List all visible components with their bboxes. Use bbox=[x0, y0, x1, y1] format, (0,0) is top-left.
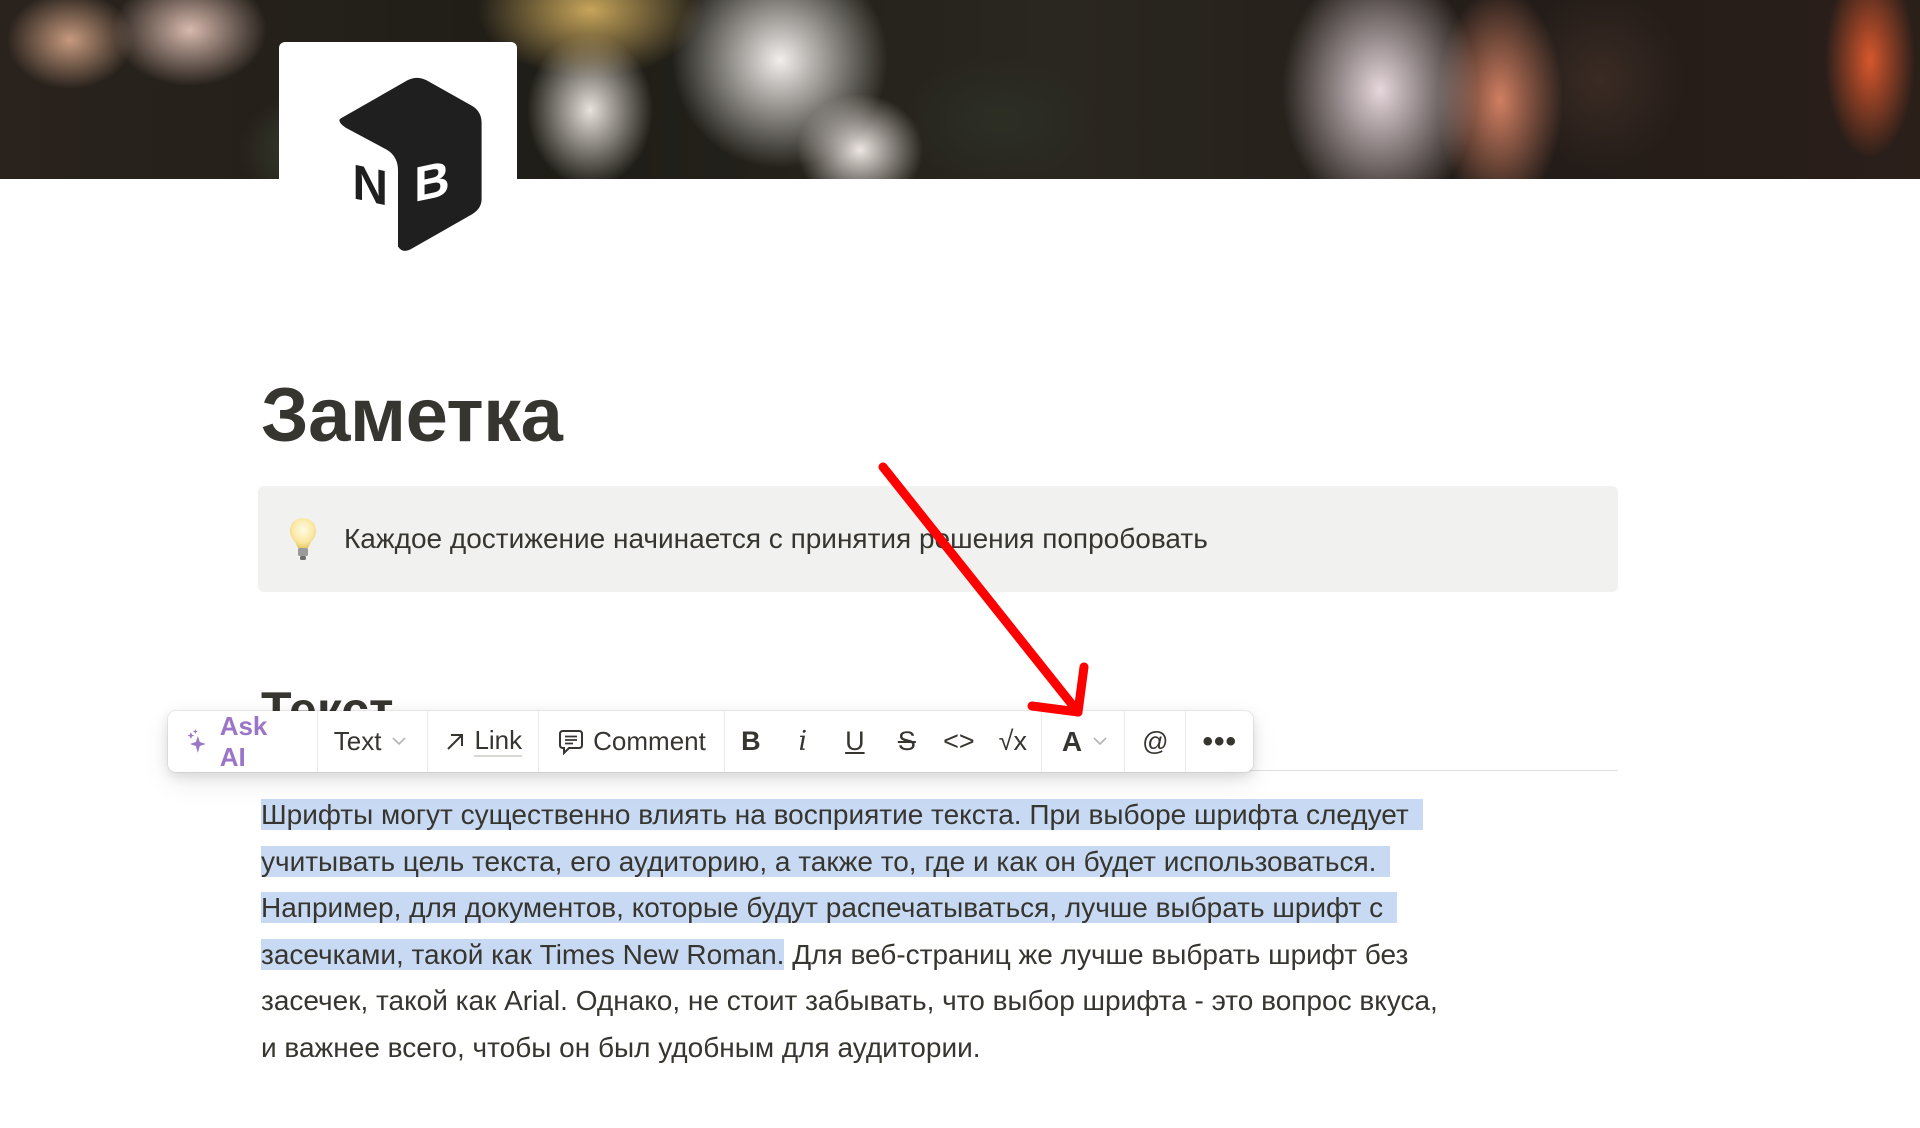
selected-text: засечками, такой как Times New Roman. bbox=[261, 938, 785, 970]
notion-box-logo-icon: N B bbox=[339, 77, 482, 251]
block-type-dropdown[interactable]: Text bbox=[318, 711, 428, 772]
page-icon[interactable]: N B bbox=[279, 42, 517, 280]
paragraph-block[interactable]: Шрифты могут существенно влиять на воспр… bbox=[261, 792, 1631, 1071]
ask-ai-label: Ask AI bbox=[219, 710, 268, 772]
format-group: B i U S <> √x bbox=[725, 711, 1042, 772]
paragraph-line: учитывать цель текста, его аудиторию, а … bbox=[261, 839, 1631, 886]
chevron-down-icon bbox=[391, 733, 407, 751]
text-formatting-toolbar: Ask AI Text Link Comment B i U S <> √x A… bbox=[168, 711, 1253, 772]
block-type-label: Text bbox=[333, 726, 382, 756]
inline-code-button[interactable]: <> bbox=[933, 711, 985, 772]
mention-group: @ bbox=[1125, 711, 1187, 772]
paragraph-line: Шрифты могут существенно влиять на воспр… bbox=[261, 792, 1631, 839]
text-color-button[interactable]: A bbox=[1042, 711, 1124, 772]
selected-text: Например, для документов, которые будут … bbox=[261, 892, 1398, 923]
block-type-group: Text bbox=[318, 711, 429, 772]
paragraph-line: Например, для документов, которые будут … bbox=[261, 885, 1631, 932]
strikethrough-button[interactable]: S bbox=[881, 711, 933, 772]
chevron-down-icon bbox=[1092, 733, 1108, 751]
link-button[interactable]: Link bbox=[428, 711, 538, 772]
more-options-button[interactable]: ••• bbox=[1186, 711, 1253, 772]
sparkles-icon bbox=[187, 728, 206, 753]
text-color-group: A bbox=[1042, 711, 1126, 772]
bold-button[interactable]: B bbox=[725, 711, 777, 772]
mention-button[interactable]: @ bbox=[1125, 711, 1185, 772]
comment-group: Comment bbox=[539, 711, 725, 772]
comment-icon bbox=[559, 729, 584, 755]
callout-block[interactable]: Каждое достижение начинается с принятия … bbox=[258, 486, 1618, 592]
paragraph-line: засечек, такой как Arial. Однако, не сто… bbox=[261, 985, 1438, 1016]
paragraph-line: засечками, такой как Times New Roman. Дл… bbox=[261, 938, 1409, 970]
italic-button[interactable]: i bbox=[777, 711, 829, 772]
text-color-icon: A bbox=[1061, 725, 1083, 757]
logo-letter-b: B bbox=[414, 150, 450, 213]
equation-button[interactable]: √x bbox=[985, 711, 1041, 772]
selected-text: учитывать цель текста, его аудиторию, а … bbox=[261, 845, 1391, 877]
underline-button[interactable]: U bbox=[829, 711, 881, 772]
selected-text: Шрифты могут существенно влиять на воспр… bbox=[261, 799, 1423, 830]
comment-label: Comment bbox=[593, 726, 706, 756]
light-bulb-icon[interactable] bbox=[288, 517, 318, 561]
paragraph-line: и важнее всего, чтобы он был удобным для… bbox=[261, 1031, 981, 1063]
ask-ai-group: Ask AI bbox=[168, 711, 318, 772]
link-label: Link bbox=[474, 725, 523, 757]
link-group: Link bbox=[428, 711, 540, 772]
comment-button[interactable]: Comment bbox=[539, 711, 724, 772]
page-title[interactable]: Заметка bbox=[261, 371, 563, 461]
more-group: ••• bbox=[1186, 711, 1253, 772]
ask-ai-button[interactable]: Ask AI bbox=[168, 711, 317, 772]
logo-letter-n: N bbox=[352, 154, 388, 217]
arrow-up-right-icon bbox=[447, 733, 464, 750]
callout-text: Каждое достижение начинается с принятия … bbox=[344, 523, 1208, 554]
